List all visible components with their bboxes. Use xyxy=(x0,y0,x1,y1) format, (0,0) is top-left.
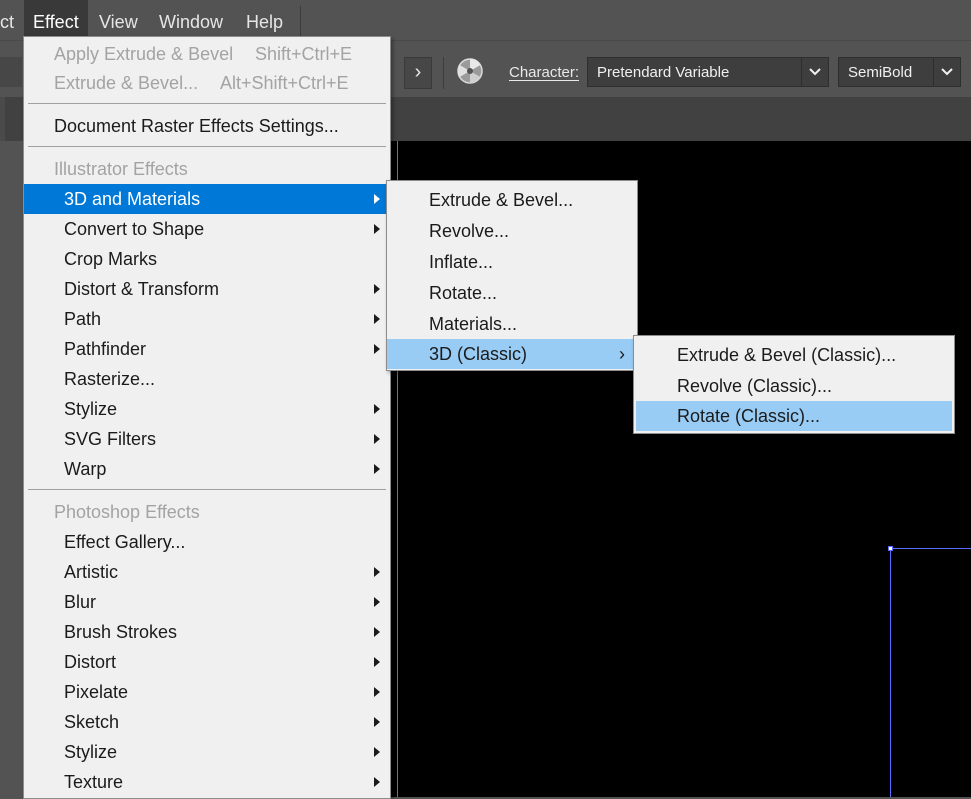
menu-item-warp[interactable]: Warp xyxy=(24,454,390,484)
recolor-artwork-icon[interactable] xyxy=(456,57,484,90)
submenu-arrow-icon xyxy=(374,404,380,414)
menu-divider xyxy=(28,489,386,490)
menu-item-texture[interactable]: Texture xyxy=(24,767,390,797)
photoshop-effects-header: Photoshop Effects xyxy=(54,502,200,522)
menu-help[interactable]: Help xyxy=(237,0,292,40)
menu-item-rasterize[interactable]: Rasterize... xyxy=(24,364,390,394)
document-tab[interactable] xyxy=(0,97,5,141)
font-family-field[interactable]: Pretendard Variable xyxy=(587,57,829,87)
font-style-field[interactable]: SemiBold xyxy=(838,57,961,87)
submenu-arrow-icon xyxy=(374,597,380,607)
submenu-item-extrude-bevel-classic[interactable]: Extrude & Bevel (Classic)... xyxy=(634,340,954,370)
submenu-arrow-icon xyxy=(374,687,380,697)
font-family-value: Pretendard Variable xyxy=(597,64,730,81)
submenu-arrow-icon xyxy=(374,344,380,354)
chevron-right-icon[interactable]: › xyxy=(404,57,432,89)
menu-item-effect-gallery[interactable]: Effect Gallery... xyxy=(24,527,390,557)
menu-item-pathfinder[interactable]: Pathfinder xyxy=(24,334,390,364)
submenu-item-3d-classic[interactable]: 3D (Classic) › xyxy=(387,339,637,369)
menu-divider xyxy=(28,103,386,104)
submenu-arrow-icon xyxy=(374,777,380,787)
submenu-arrow-icon xyxy=(374,627,380,637)
last-effect-item[interactable]: Extrude & Bevel... Alt+Shift+Ctrl+E xyxy=(24,68,390,98)
character-label[interactable]: Character: xyxy=(509,64,579,81)
menu-effect[interactable]: Effect xyxy=(24,0,88,40)
tools-panel xyxy=(0,141,24,797)
document-raster-effects-item[interactable]: Document Raster Effects Settings... xyxy=(24,111,390,141)
submenu-item-inflate[interactable]: Inflate... xyxy=(387,247,637,277)
submenu-arrow-icon xyxy=(374,464,380,474)
submenu-arrow-icon xyxy=(374,717,380,727)
submenu-arrow-icon xyxy=(374,657,380,667)
apply-last-effect-item[interactable]: Apply Extrude & Bevel Shift+Ctrl+E xyxy=(24,39,390,69)
submenu-item-materials[interactable]: Materials... xyxy=(387,309,637,339)
chevron-down-icon[interactable] xyxy=(801,58,828,86)
menubar-divider xyxy=(300,6,301,36)
menu-item-distort[interactable]: Distort xyxy=(24,647,390,677)
chevron-down-icon[interactable] xyxy=(933,58,960,86)
selection-path xyxy=(890,548,971,549)
submenu-arrow-icon xyxy=(374,567,380,577)
menu-item-distort-transform[interactable]: Distort & Transform xyxy=(24,274,390,304)
menu-item-blur[interactable]: Blur xyxy=(24,587,390,617)
menu-object[interactable]: ct xyxy=(0,0,23,40)
menu-item-3d-and-materials[interactable]: 3D and Materials xyxy=(24,184,390,214)
menu-item-crop-marks[interactable]: Crop Marks xyxy=(24,244,390,274)
menu-item-svg-filters[interactable]: SVG Filters xyxy=(24,424,390,454)
submenu-item-rotate-classic[interactable]: Rotate (Classic)... xyxy=(636,401,952,431)
menu-item-brush-strokes[interactable]: Brush Strokes xyxy=(24,617,390,647)
3d-classic-submenu: Extrude & Bevel (Classic)... Revolve (Cl… xyxy=(633,335,955,434)
control-field[interactable] xyxy=(0,57,22,87)
submenu-item-extrude-bevel[interactable]: Extrude & Bevel... xyxy=(387,185,637,215)
menu-item-artistic[interactable]: Artistic xyxy=(24,557,390,587)
anchor-point[interactable] xyxy=(888,546,893,551)
menu-view[interactable]: View xyxy=(90,0,147,40)
control-divider xyxy=(443,57,444,89)
3d-materials-submenu: Extrude & Bevel... Revolve... Inflate...… xyxy=(386,180,638,371)
effect-menu: Apply Extrude & Bevel Shift+Ctrl+E Extru… xyxy=(23,36,391,799)
submenu-arrow-icon xyxy=(374,314,380,324)
selection-path xyxy=(890,548,891,797)
menubar: ct Effect View Window Help xyxy=(0,0,971,40)
submenu-arrow-icon xyxy=(374,224,380,234)
font-style-value: SemiBold xyxy=(848,64,913,81)
submenu-arrow-icon xyxy=(374,284,380,294)
menu-item-stylize-photoshop[interactable]: Stylize xyxy=(24,737,390,767)
menu-item-stylize[interactable]: Stylize xyxy=(24,394,390,424)
submenu-item-rotate[interactable]: Rotate... xyxy=(387,278,637,308)
menu-item-pixelate[interactable]: Pixelate xyxy=(24,677,390,707)
submenu-item-revolve[interactable]: Revolve... xyxy=(387,216,637,246)
chevron-right-icon: › xyxy=(619,344,625,364)
submenu-item-revolve-classic[interactable]: Revolve (Classic)... xyxy=(634,371,954,401)
submenu-arrow-icon xyxy=(374,194,380,204)
menu-divider xyxy=(28,146,386,147)
submenu-arrow-icon xyxy=(374,747,380,757)
menu-window[interactable]: Window xyxy=(150,0,232,40)
menu-item-convert-to-shape[interactable]: Convert to Shape xyxy=(24,214,390,244)
illustrator-effects-header: Illustrator Effects xyxy=(54,159,188,179)
menu-item-path[interactable]: Path xyxy=(24,304,390,334)
menu-item-sketch[interactable]: Sketch xyxy=(24,707,390,737)
submenu-arrow-icon xyxy=(374,434,380,444)
